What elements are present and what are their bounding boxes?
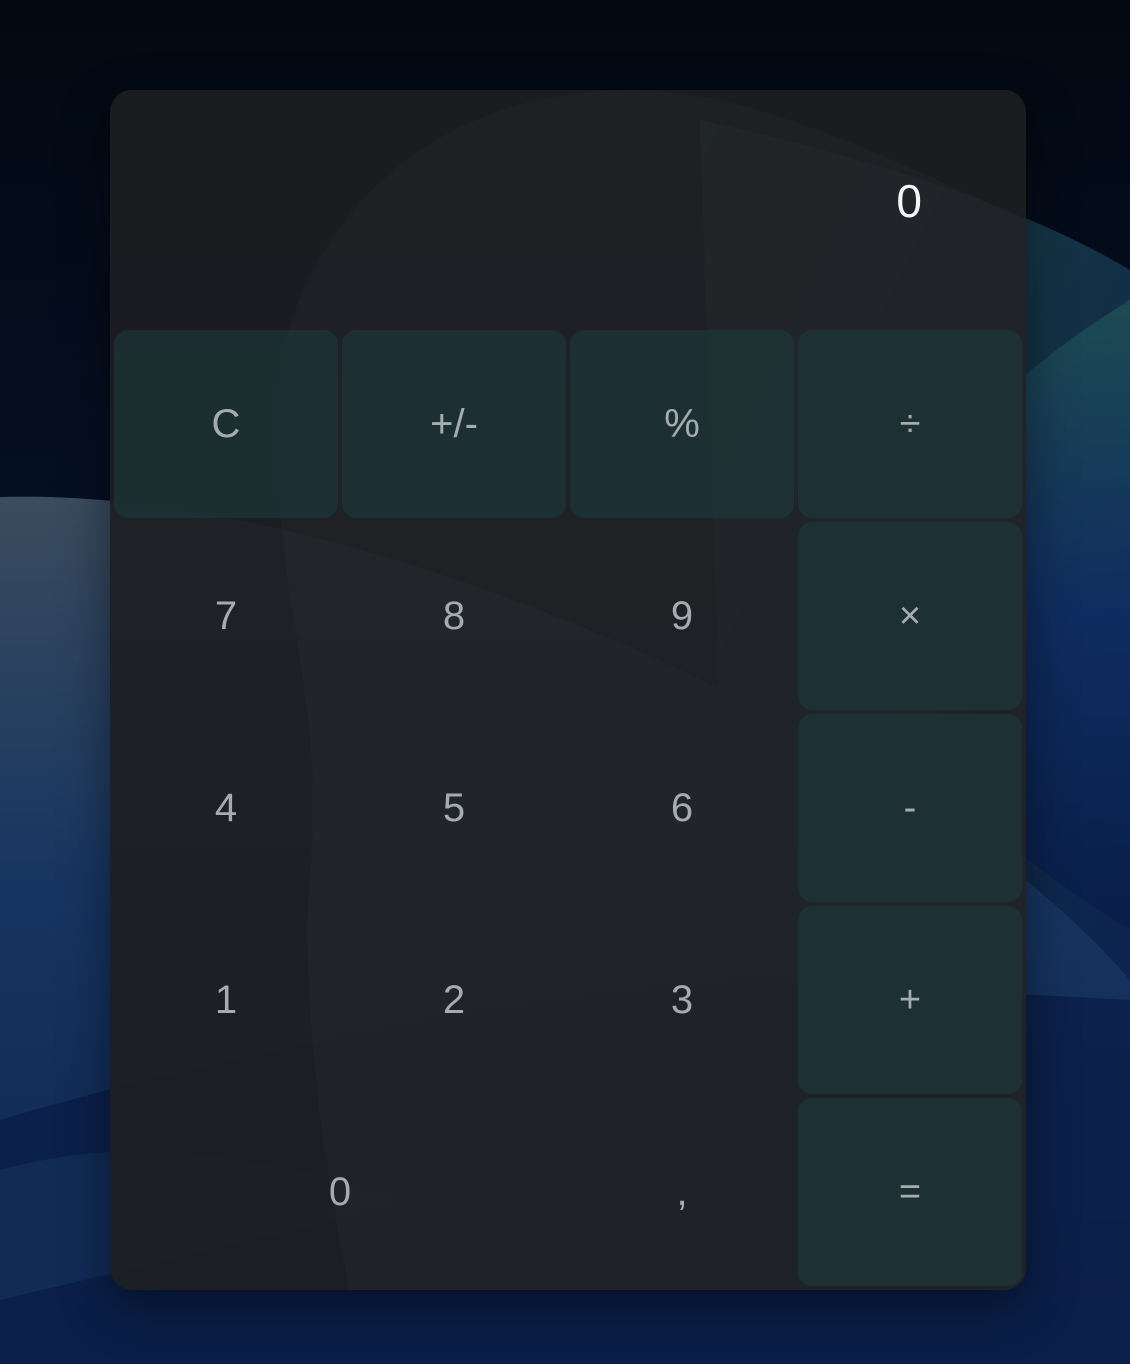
add-button[interactable]: + [798,906,1022,1094]
subtract-button[interactable]: - [798,714,1022,902]
digit-3-button[interactable]: 3 [570,906,794,1094]
digit-9-button[interactable]: 9 [570,522,794,710]
equals-button[interactable]: = [798,1098,1022,1286]
decimal-button[interactable]: , [570,1098,794,1286]
percent-button[interactable]: % [570,330,794,518]
digit-0-button[interactable]: 0 [114,1098,566,1286]
display-area: 0 [110,90,1026,330]
multiply-button[interactable]: × [798,522,1022,710]
display-value: 0 [896,175,922,227]
digit-6-button[interactable]: 6 [570,714,794,902]
digit-2-button[interactable]: 2 [342,906,566,1094]
digit-7-button[interactable]: 7 [114,522,338,710]
digit-8-button[interactable]: 8 [342,522,566,710]
divide-button[interactable]: ÷ [798,330,1022,518]
digit-4-button[interactable]: 4 [114,714,338,902]
digit-1-button[interactable]: 1 [114,906,338,1094]
clear-button[interactable]: C [114,330,338,518]
calculator-window: 0 C +/- % ÷ 7 8 9 × 4 5 6 - 1 2 3 + 0 , … [110,90,1026,1290]
keypad: C +/- % ÷ 7 8 9 × 4 5 6 - 1 2 3 + 0 , = [114,330,1022,1286]
digit-5-button[interactable]: 5 [342,714,566,902]
sign-toggle-button[interactable]: +/- [342,330,566,518]
